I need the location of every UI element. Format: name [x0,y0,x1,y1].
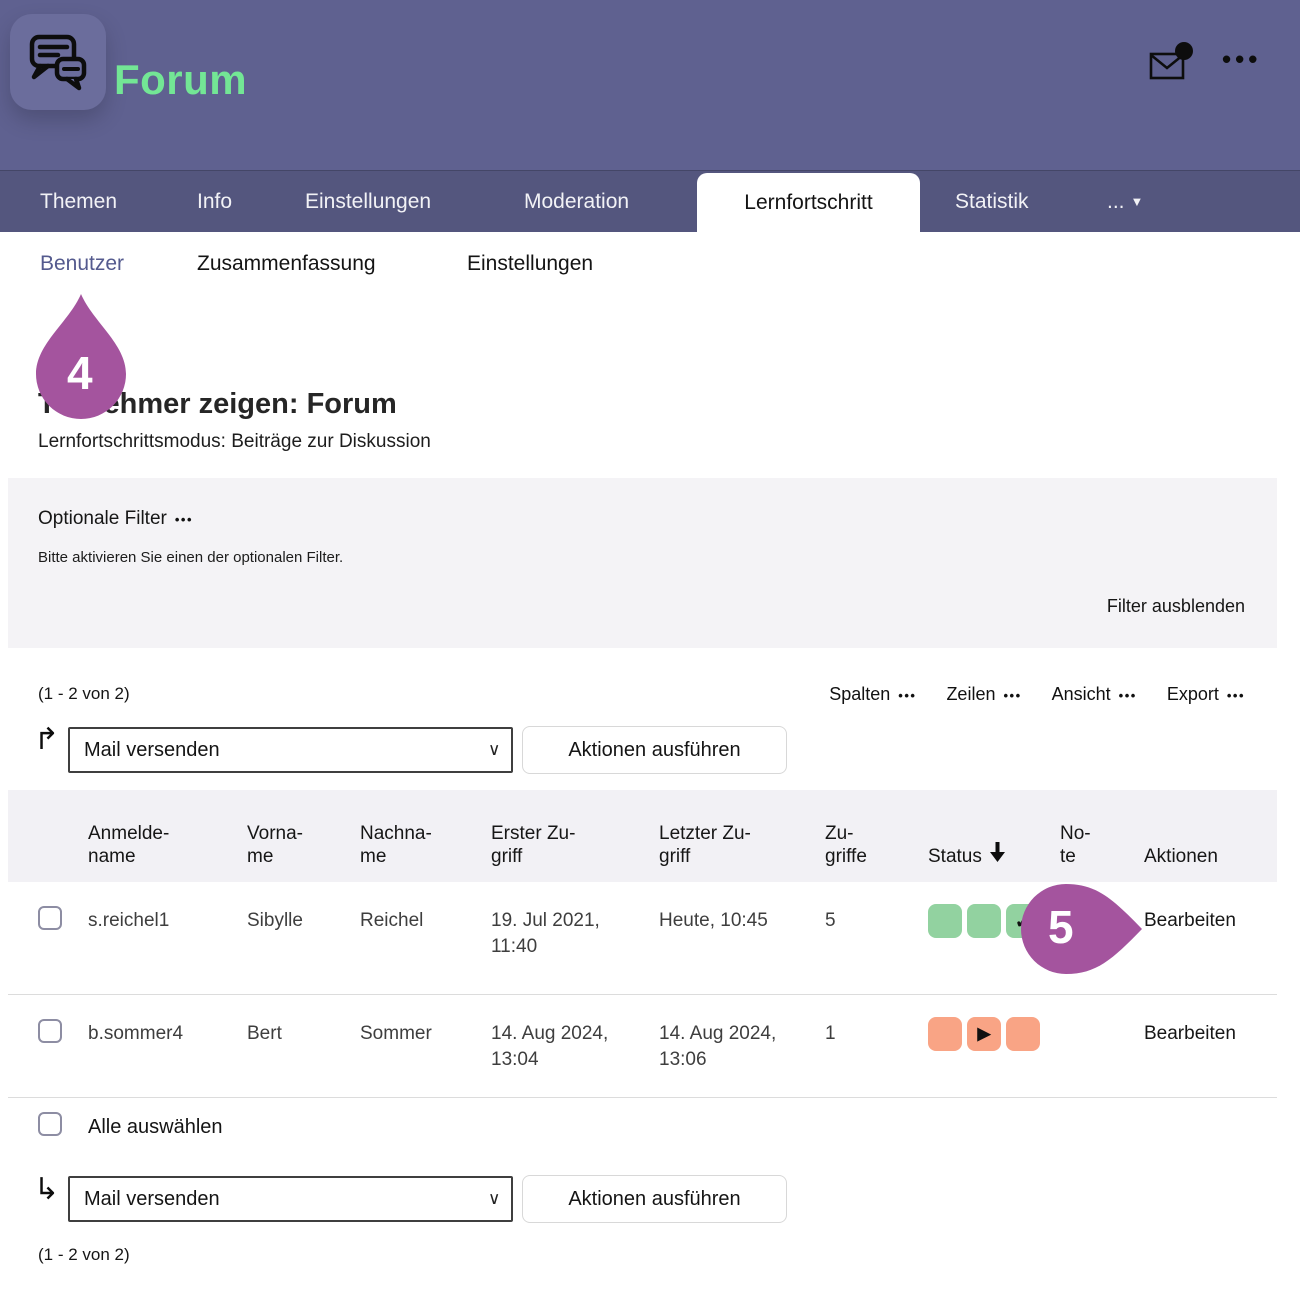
status-segment [1006,1017,1040,1051]
header-checkbox-col [8,790,88,882]
chevron-down-icon: ▼ [1131,194,1144,209]
execute-actions-button-bottom[interactable]: Aktionen ausführen [522,1175,787,1223]
forum-app-tile [10,14,106,110]
cell-login: b.sommer4 [88,995,247,1097]
overflow-menu-icon[interactable]: ••• [1222,44,1261,75]
mail-icon[interactable] [1148,42,1196,86]
view-menu-dots-icon: ••• [1119,688,1137,703]
columns-menu[interactable]: Spalten••• [829,684,916,705]
header-note: No- te [1060,790,1144,882]
execute-actions-button-top[interactable]: Aktionen ausführen [522,726,787,774]
edit-link[interactable]: Bearbeiten [1144,995,1277,1097]
tab-statistik[interactable]: Statistik [955,171,1029,233]
hide-filter-link[interactable]: Filter ausblenden [1107,596,1245,617]
subtab-einstellungen[interactable]: Einstellungen [467,252,593,276]
page-subtitle: Lernfortschrittsmodus: Beiträge zur Disk… [38,431,431,453]
status-segment [967,904,1001,938]
tab-info[interactable]: Info [197,171,232,233]
cell-accesses: 5 [825,882,928,994]
export-menu[interactable]: Export••• [1167,684,1245,705]
header-status[interactable]: Status [928,790,1060,882]
forum-chat-icon [10,14,106,110]
table-row: b.sommer4 Bert Sommer 14. Aug 2024, 13:0… [8,995,1277,1098]
subtab-benutzer[interactable]: Benutzer [40,252,124,276]
status-check-icon: ✓ [1006,904,1040,938]
header-anmeldename[interactable]: Anmelde- name [88,790,247,882]
export-menu-dots-icon: ••• [1227,688,1245,703]
status-segment [928,1017,962,1051]
cell-accesses: 1 [825,995,928,1097]
apply-to-selection-arrow-top-icon: ↱ [34,722,59,757]
table-header-row: Anmelde- name Vorna- me Nachna- me Erste… [8,790,1277,882]
page-title: Teilnehmer zeigen: Forum [38,388,397,421]
cell-last-access: Heute, 10:45 [659,882,825,994]
page-app-title: Forum [114,56,247,104]
subtab-zusammenfassung[interactable]: Zusammenfassung [197,252,376,276]
cell-grade [1060,882,1144,994]
screen: Forum ••• Themen Info Einstellungen Mode… [0,0,1300,1300]
cell-first-access: 19. Jul 2021, 11:40 [491,882,659,994]
bulk-action-select-top[interactable]: Mail versenden [68,727,513,773]
select-all-label: Alle auswählen [88,1116,223,1139]
header-erster-zugriff[interactable]: Erster Zu- griff [491,790,659,882]
tab-themen[interactable]: Themen [40,171,117,233]
result-count-top: (1 - 2 von 2) [38,684,130,704]
cell-firstname: Sibylle [247,882,360,994]
result-count-bottom: (1 - 2 von 2) [38,1245,130,1265]
tab-moderation[interactable]: Moderation [524,171,629,233]
cell-lastname: Reichel [360,882,491,994]
participants-table: Anmelde- name Vorna- me Nachna- me Erste… [8,790,1277,1098]
status-segment [928,904,962,938]
sort-desc-icon [990,818,1005,870]
status-completed-bar: ✓ [928,882,1060,938]
row-checkbox[interactable] [38,1019,62,1043]
status-play-icon: ▶ [967,1017,1001,1051]
select-all-checkbox[interactable] [38,1112,62,1136]
edit-link[interactable]: Bearbeiten [1144,882,1277,994]
rows-menu[interactable]: Zeilen••• [946,684,1021,705]
header-letzter-zugriff[interactable]: Letzter Zu- griff [659,790,825,882]
select-all-row: Alle auswählen [8,1108,1277,1158]
columns-menu-dots-icon: ••• [898,688,916,703]
header-nachname[interactable]: Nachna- me [360,790,491,882]
mail-notification-badge [1175,42,1193,60]
main-tabbar: Themen Info Einstellungen Moderation Ler… [0,170,1300,232]
tab-more[interactable]: ...▼ [1107,171,1143,233]
header-aktionen: Aktionen [1144,790,1277,882]
cell-firstname: Bert [247,995,360,1097]
cell-last-access: 14. Aug 2024, 13:06 [659,995,825,1097]
cell-login: s.reichel1 [88,882,247,994]
filter-hint: Bitte aktivieren Sie einen der optionale… [38,549,343,566]
app-banner: Forum ••• [0,0,1300,170]
cell-lastname: Sommer [360,995,491,1097]
filter-menu-dots-icon[interactable]: ••• [175,512,193,527]
cell-first-access: 14. Aug 2024, 13:04 [491,995,659,1097]
status-in-progress-bar: ▶ [928,995,1060,1051]
table-menus: Spalten••• Zeilen••• Ansicht••• Export••… [829,684,1245,705]
apply-to-selection-arrow-bottom-icon: ↳ [34,1172,59,1207]
header-zugriffe[interactable]: Zu- griffe [825,790,928,882]
table-row: s.reichel1 Sibylle Reichel 19. Jul 2021,… [8,882,1277,995]
filter-title: Optionale Filter••• [38,508,193,530]
cell-grade [1060,995,1144,1097]
rows-menu-dots-icon: ••• [1003,688,1021,703]
filter-panel: Optionale Filter••• Bitte aktivieren Sie… [8,478,1277,648]
view-menu[interactable]: Ansicht••• [1052,684,1137,705]
header-vorname[interactable]: Vorna- me [247,790,360,882]
tab-einstellungen[interactable]: Einstellungen [305,171,431,233]
bulk-action-select-bottom[interactable]: Mail versenden [68,1176,513,1222]
row-checkbox[interactable] [38,906,62,930]
tab-lernfortschritt[interactable]: Lernfortschritt [697,173,920,235]
